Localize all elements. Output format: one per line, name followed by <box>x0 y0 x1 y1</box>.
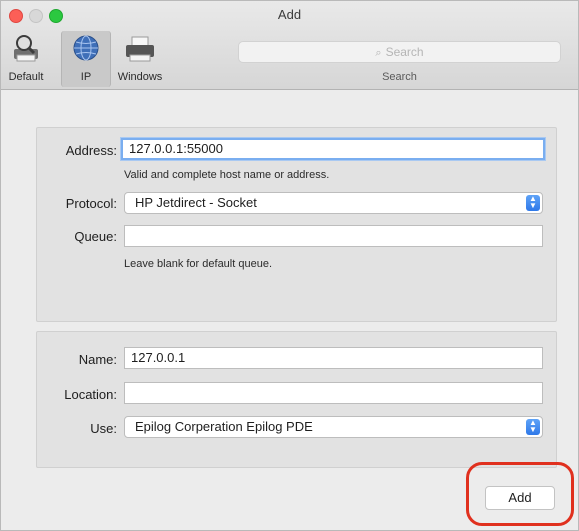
window-title: Add <box>277 7 302 22</box>
highlight-annotation <box>466 462 574 526</box>
search-placeholder: Search <box>385 45 424 59</box>
toolbar-item-label: IP <box>80 71 92 83</box>
location-input[interactable] <box>124 382 543 404</box>
chevron-updown-icon: ▲ ▼ <box>526 195 540 211</box>
use-value: Epilog Corperation Epilog PDE <box>135 419 313 434</box>
windows-printer-icon <box>122 33 158 70</box>
protocol-popup[interactable]: HP Jetdirect - Socket ▲ ▼ <box>124 192 543 214</box>
queue-label: Queue: <box>74 229 117 244</box>
queue-hint: Leave blank for default queue. <box>124 258 273 270</box>
protocol-label: Protocol: <box>65 196 117 211</box>
address-input[interactable]: 127.0.0.1:55000 <box>121 138 545 160</box>
protocol-value: HP Jetdirect - Socket <box>135 195 257 210</box>
search-caption: Search <box>382 71 417 83</box>
globe-icon <box>69 33 103 70</box>
add-printer-window: Add Default IP Windows ⌕ Search Search A… <box>0 0 579 531</box>
search-icon: ⌕ <box>375 47 382 59</box>
toolbar-item-windows[interactable]: Windows <box>113 31 167 87</box>
location-label: Location: <box>64 387 117 402</box>
use-popup[interactable]: Epilog Corperation Epilog PDE ▲ ▼ <box>124 416 543 438</box>
address-label: Address: <box>65 143 117 158</box>
toolbar-item-default[interactable]: Default <box>1 31 51 87</box>
chevron-updown-icon: ▲ ▼ <box>526 419 540 435</box>
toolbar-item-label: Default <box>8 71 44 83</box>
use-label: Use: <box>90 421 117 436</box>
search-field[interactable]: ⌕ Search <box>238 41 561 63</box>
toolbar-item-label: Windows <box>117 71 163 83</box>
name-input[interactable]: 127.0.0.1 <box>124 347 543 369</box>
printer-magnifier-icon <box>8 33 44 70</box>
toolbar: Add Default IP Windows ⌕ Search Search <box>1 1 578 90</box>
name-label: Name: <box>78 352 117 367</box>
address-hint: Valid and complete host name or address. <box>124 169 330 181</box>
queue-input[interactable] <box>124 225 543 247</box>
toolbar-item-ip[interactable]: IP <box>61 31 111 87</box>
